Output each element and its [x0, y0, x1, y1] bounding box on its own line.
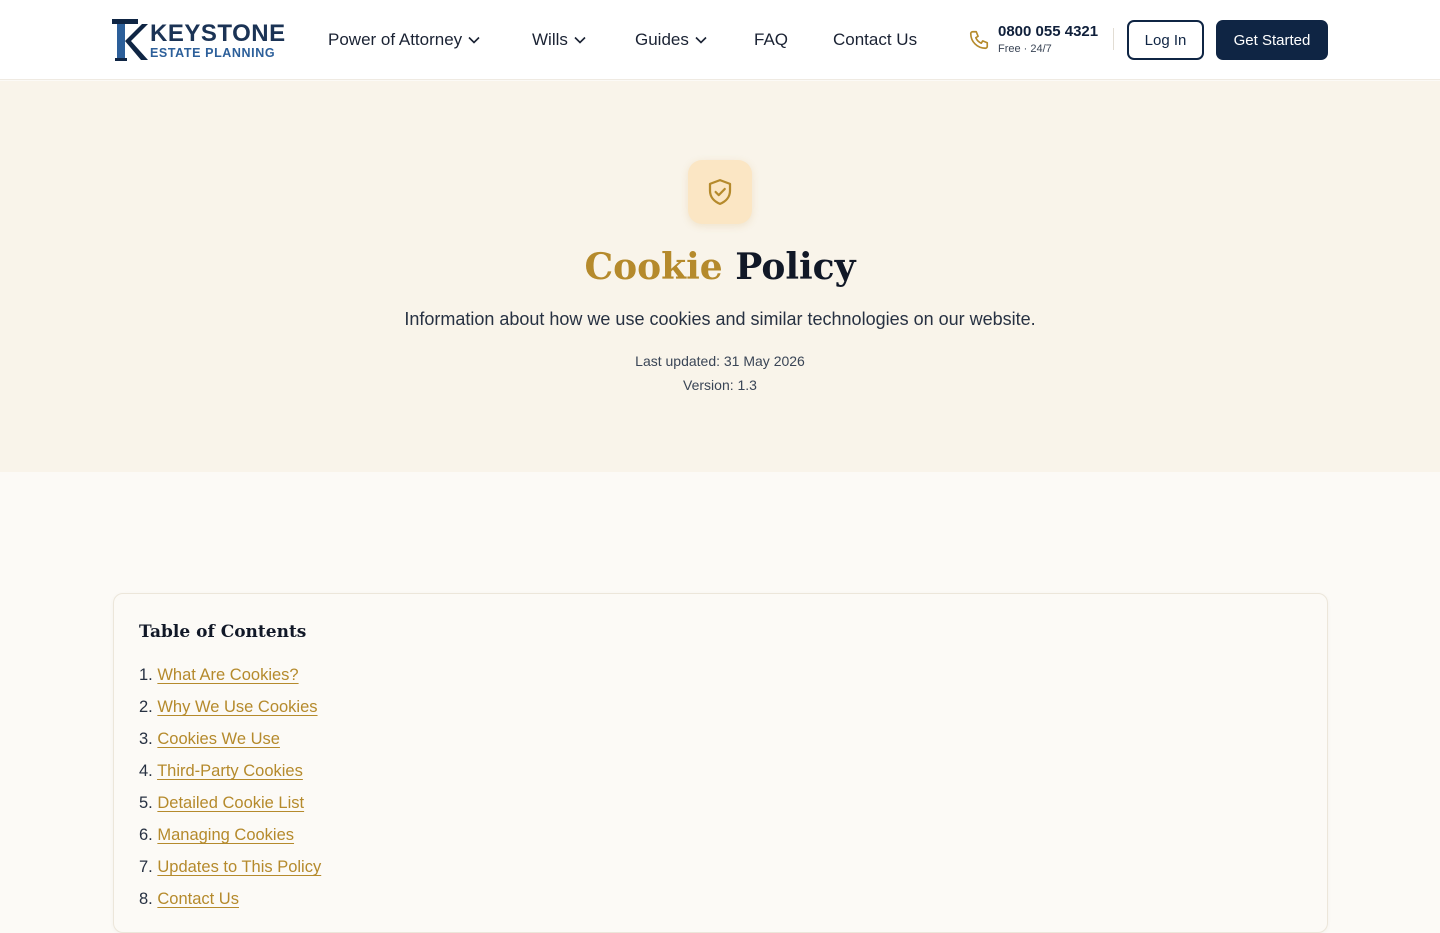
- get-started-button[interactable]: Get Started: [1216, 20, 1328, 60]
- toc-link-updates-to-policy[interactable]: Updates to This Policy: [157, 858, 321, 876]
- logo-wordmark-bottom: ESTATE PLANNING: [150, 46, 276, 60]
- hero-section: Cookie Policy Information about how we u…: [0, 81, 1440, 472]
- toc-title: Table of Contents: [139, 622, 307, 642]
- nav-label: FAQ: [754, 30, 789, 49]
- version-text: Version: 1.3: [683, 377, 757, 393]
- keystone-logo[interactable]: KEYSTONE ESTATE PLANNING: [112, 19, 285, 61]
- toc-list: 1. What Are Cookies? 2. Why We Use Cooki…: [139, 662, 321, 918]
- toc-item-number: 3.: [139, 730, 153, 748]
- nav-guides[interactable]: Guides: [635, 29, 707, 51]
- site-header: KEYSTONE ESTATE PLANNING Power of Attorn…: [0, 0, 1440, 80]
- toc-item: 3. Cookies We Use: [139, 726, 321, 758]
- keystone-logo-mark-icon: [112, 19, 148, 61]
- page-title-rest: Policy: [735, 246, 856, 288]
- toc-link-what-are-cookies[interactable]: What Are Cookies?: [157, 666, 298, 684]
- nav-faq[interactable]: FAQ: [754, 29, 788, 51]
- toc-link-contact-us[interactable]: Contact Us: [157, 890, 239, 908]
- shield-check-icon: [708, 179, 732, 205]
- toc-item: 4. Third-Party Cookies: [139, 758, 321, 790]
- toc-item: 7. Updates to This Policy: [139, 854, 321, 886]
- table-of-contents: Table of Contents 1. What Are Cookies? 2…: [113, 593, 1328, 933]
- toc-item: 8. Contact Us: [139, 886, 321, 918]
- logo-wordmark-top: KEYSTONE: [150, 20, 286, 47]
- toc-item-number: 7.: [139, 858, 153, 876]
- hero-icon-tile: [688, 160, 752, 224]
- nav-label: Power of Attorney: [328, 30, 463, 49]
- page-title: Cookie Policy: [0, 243, 1440, 291]
- toc-item-number: 8.: [139, 890, 153, 908]
- phone-icon: [969, 30, 989, 50]
- phone-availability: Free · 24/7: [998, 43, 1052, 55]
- page-meta: Last updated: 31 May 2026 Version: 1.3: [0, 349, 1440, 397]
- chevron-down-icon: [468, 36, 480, 44]
- nav-wills[interactable]: Wills: [532, 29, 586, 51]
- nav-contact-us[interactable]: Contact Us: [833, 29, 917, 51]
- toc-item-number: 6.: [139, 826, 153, 844]
- toc-link-managing-cookies[interactable]: Managing Cookies: [157, 826, 294, 844]
- nav-power-of-attorney[interactable]: Power of Attorney: [328, 29, 480, 51]
- phone-number: 0800 055 4321: [998, 23, 1099, 40]
- toc-item-number: 4.: [139, 762, 153, 780]
- toc-item: 5. Detailed Cookie List: [139, 790, 321, 822]
- toc-link-cookies-we-use[interactable]: Cookies We Use: [157, 730, 280, 748]
- toc-link-why-we-use-cookies[interactable]: Why We Use Cookies: [157, 698, 317, 716]
- toc-item: 2. Why We Use Cookies: [139, 694, 321, 726]
- chevron-down-icon: [695, 36, 707, 44]
- toc-link-third-party-cookies[interactable]: Third-Party Cookies: [157, 762, 303, 780]
- nav-label: Contact Us: [833, 30, 918, 49]
- chevron-down-icon: [574, 36, 586, 44]
- page-title-highlight: Cookie: [584, 246, 723, 288]
- page-description: Information about how we use cookies and…: [404, 309, 1036, 329]
- toc-item: 6. Managing Cookies: [139, 822, 321, 854]
- toc-link-detailed-cookie-list[interactable]: Detailed Cookie List: [157, 794, 304, 812]
- nav-label: Wills: [532, 30, 568, 49]
- toc-item: 1. What Are Cookies?: [139, 662, 321, 694]
- nav-label: Guides: [635, 30, 689, 49]
- last-updated-text: Last updated: 31 May 2026: [635, 353, 805, 369]
- header-divider: [1113, 28, 1114, 50]
- login-button[interactable]: Log In: [1127, 20, 1204, 60]
- toc-item-number: 5.: [139, 794, 153, 812]
- toc-item-number: 2.: [139, 698, 153, 716]
- toc-item-number: 1.: [139, 666, 153, 684]
